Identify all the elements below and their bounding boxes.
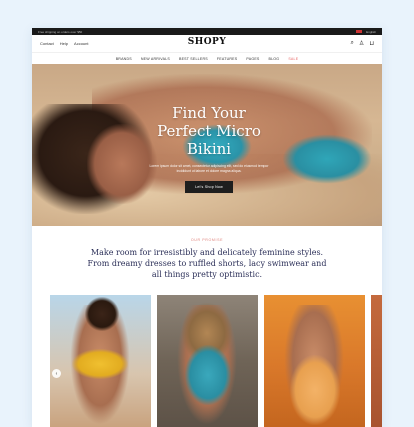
- slider-prev-icon[interactable]: ‹: [52, 369, 61, 378]
- product-slider: [50, 295, 382, 427]
- hero-image-bikini-bottom: [282, 134, 372, 184]
- site-logo[interactable]: SHOPY: [32, 37, 382, 47]
- nav-item-pages[interactable]: PAGES: [246, 57, 259, 61]
- yellow-swimsuit: [72, 349, 128, 379]
- promo-text: Free shipping on orders over $50: [38, 29, 83, 34]
- hero-subtitle: Lorem ipsum dolor sit amet, consectetur …: [149, 164, 269, 173]
- top-bar: Free shipping on orders over $50 English: [32, 28, 382, 35]
- intro-text: Make room for irresistibly and delicatel…: [87, 248, 327, 279]
- flag-icon: [356, 30, 363, 33]
- site-preview: Free shipping on orders over $50 English…: [32, 28, 382, 427]
- nav-item-brands[interactable]: BRANDS: [116, 57, 132, 61]
- product-tile[interactable]: [264, 295, 365, 427]
- nav-item-sale[interactable]: SALE: [288, 57, 298, 61]
- hero-content: Find Your Perfect Micro Bikini Lorem ips…: [144, 104, 274, 194]
- product-tile[interactable]: [157, 295, 258, 427]
- intro-eyebrow: OUR PROMISE: [190, 238, 224, 242]
- nav-item-blog[interactable]: BLOG: [269, 57, 280, 61]
- nav-item-new-arrivals[interactable]: NEW ARRIVALS: [141, 57, 170, 61]
- product-tile[interactable]: [371, 295, 382, 427]
- nav-item-best-sellers[interactable]: BEST SELLERS: [179, 57, 208, 61]
- model-hair: [85, 297, 119, 331]
- language-selector[interactable]: English: [366, 30, 376, 34]
- intro-section: OUR PROMISE Make room for irresistibly a…: [32, 238, 382, 280]
- teal-swimsuit: [185, 345, 231, 405]
- shop-now-button[interactable]: Let's Shop Now: [185, 181, 233, 194]
- hero-title: Find Your Perfect Micro Bikini: [157, 104, 261, 158]
- hero-banner: Find Your Perfect Micro Bikini Lorem ips…: [32, 64, 382, 226]
- nav-item-features[interactable]: FEATURES: [217, 57, 238, 61]
- product-tile[interactable]: [50, 295, 151, 427]
- orange-swimsuit: [290, 355, 340, 425]
